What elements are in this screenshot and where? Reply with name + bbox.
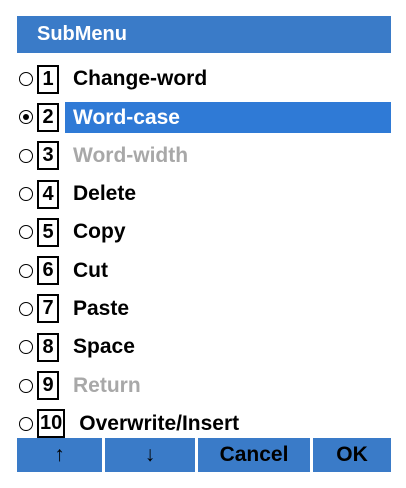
item-number: 2 bbox=[37, 102, 59, 132]
item-label: Word-width bbox=[73, 143, 189, 167]
item-label: Overwrite/Insert bbox=[79, 411, 240, 435]
cancel-softkey[interactable]: Cancel bbox=[198, 438, 313, 472]
item-number: 5 bbox=[37, 217, 59, 247]
item-number: 4 bbox=[37, 179, 59, 209]
item-label: Paste bbox=[73, 296, 130, 320]
submenu-screen: SubMenu 1 Change-word 2 Word-case 3 Word… bbox=[17, 16, 391, 472]
radio-icon bbox=[19, 416, 33, 431]
header-title: SubMenu bbox=[17, 16, 391, 53]
menu-item-change-word[interactable]: 1 Change-word bbox=[17, 60, 391, 98]
softkey-bar: ↑ ↓ Cancel OK bbox=[17, 438, 391, 472]
menu-item-copy[interactable]: 5 Copy bbox=[17, 213, 391, 251]
item-label: Delete bbox=[73, 182, 137, 206]
item-number: 1 bbox=[37, 64, 59, 94]
menu-item-cut[interactable]: 6 Cut bbox=[17, 251, 391, 289]
item-number: 9 bbox=[37, 371, 59, 401]
item-number: 7 bbox=[37, 294, 59, 324]
menu-item-space[interactable]: 8 Space bbox=[17, 328, 391, 366]
radio-icon bbox=[19, 301, 33, 316]
radio-icon bbox=[19, 148, 33, 163]
item-label: Cut bbox=[73, 258, 108, 282]
item-label: Copy bbox=[73, 220, 126, 244]
radio-icon bbox=[19, 225, 33, 240]
menu-item-word-case[interactable]: 2 Word-case bbox=[17, 98, 391, 136]
menu-item-return: 9 Return bbox=[17, 366, 391, 404]
radio-icon bbox=[19, 378, 33, 393]
item-label: Word-case bbox=[65, 101, 391, 133]
ok-softkey[interactable]: OK bbox=[313, 438, 391, 472]
radio-icon bbox=[19, 340, 33, 355]
menu-item-delete[interactable]: 4 Delete bbox=[17, 175, 391, 213]
item-label: Change-word bbox=[73, 67, 208, 91]
item-label: Space bbox=[73, 335, 135, 359]
radio-icon bbox=[19, 72, 33, 87]
item-label: Return bbox=[73, 373, 141, 397]
radio-icon bbox=[19, 187, 33, 202]
item-number: 6 bbox=[37, 256, 59, 286]
item-number: 3 bbox=[37, 141, 59, 171]
radio-checked-icon bbox=[19, 110, 33, 125]
item-number: 10 bbox=[37, 409, 66, 439]
radio-icon bbox=[19, 263, 33, 278]
up-arrow-softkey[interactable]: ↑ bbox=[17, 438, 105, 472]
menu-item-paste[interactable]: 7 Paste bbox=[17, 290, 391, 328]
submenu-list: 1 Change-word 2 Word-case 3 Word-width 4… bbox=[17, 60, 391, 443]
down-arrow-softkey[interactable]: ↓ bbox=[105, 438, 198, 472]
menu-item-word-width: 3 Word-width bbox=[17, 137, 391, 175]
item-number: 8 bbox=[37, 332, 59, 362]
